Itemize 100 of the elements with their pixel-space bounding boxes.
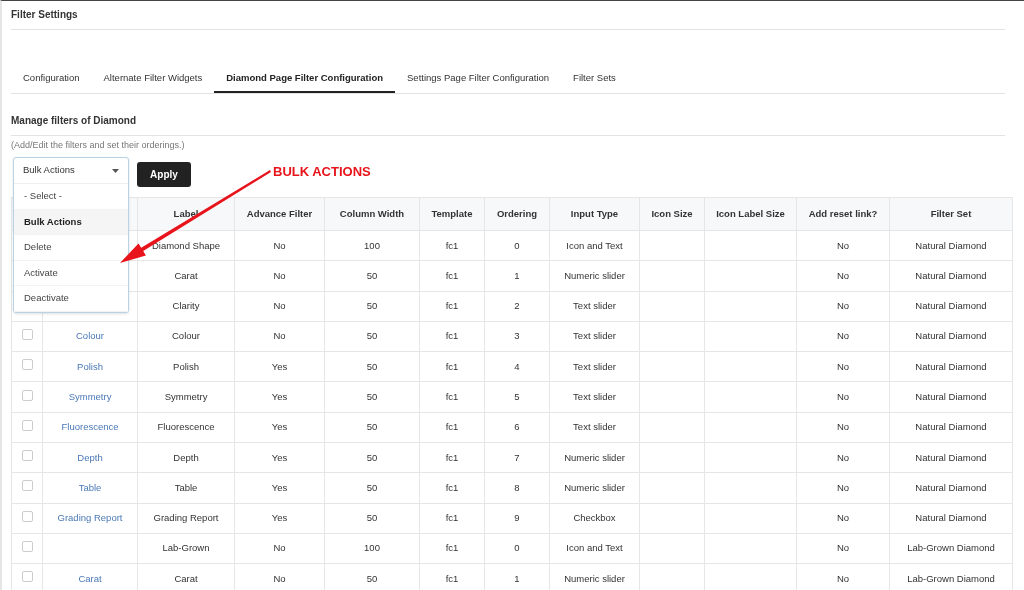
column-header: Filter Set (889, 197, 1013, 231)
table-cell: Yes (234, 382, 325, 413)
table-cell: Symmetry (137, 382, 235, 413)
column-header: Input Type (549, 197, 640, 231)
tab[interactable]: Alternate Filter Widgets (91, 66, 215, 93)
apply-button[interactable]: Apply (137, 161, 191, 187)
table-cell: Depth (137, 442, 235, 473)
table-cell: No (796, 321, 890, 352)
row-checkbox[interactable] (21, 328, 33, 340)
column-header: Template (419, 197, 485, 231)
table-cell: 50 (324, 321, 420, 352)
table-cell: No (796, 291, 890, 322)
table-cell: fc1 (419, 533, 485, 564)
table-cell: 9 (484, 503, 550, 534)
table-cell: Text slider (549, 291, 640, 322)
filter-link[interactable]: Carat (78, 572, 102, 584)
table-cell: No (234, 230, 325, 261)
dropdown-option[interactable]: Deactivate (14, 286, 128, 312)
table-cell: 7 (484, 442, 550, 473)
row-checkbox[interactable] (21, 480, 33, 492)
table-cell: No (234, 321, 325, 352)
table-cell: 3 (484, 321, 550, 352)
table-cell: Text slider (549, 321, 640, 352)
table-cell: Natural Diamond (889, 442, 1013, 473)
table-cell: No (796, 503, 890, 534)
table-cell: fc1 (419, 412, 485, 443)
filter-link[interactable]: Symmetry (68, 391, 112, 402)
table-cell: fc1 (419, 472, 485, 504)
table-cell: 8 (484, 472, 550, 504)
row-checkbox[interactable] (21, 419, 33, 431)
table-cell: Carat (137, 260, 235, 292)
table-cell: 5 (484, 382, 550, 413)
row-checkbox[interactable] (21, 450, 33, 462)
caret-icon (112, 168, 119, 173)
table-cell: Numeric slider (549, 472, 640, 504)
table-cell: Natural Diamond (889, 503, 1013, 534)
table-cell: Yes (234, 412, 325, 443)
table-cell: 0 (484, 533, 550, 564)
table-cell: Numeric slider (549, 260, 640, 292)
table-cell: Natural Diamond (889, 321, 1013, 352)
table-cell: 50 (324, 472, 420, 504)
tab[interactable]: Settings Page Filter Configuration (395, 66, 562, 93)
table-cell: 50 (324, 442, 420, 473)
row-checkbox[interactable] (21, 541, 33, 552)
dropdown-option[interactable]: - Select - (14, 184, 128, 210)
table-cell: Natural Diamond (889, 291, 1013, 322)
row-checkbox[interactable] (21, 510, 33, 522)
table-cell: Fluorescence (137, 412, 235, 443)
row-checkbox[interactable] (21, 359, 33, 371)
table-cell: 1 (484, 260, 550, 292)
table-cell: Yes (234, 351, 325, 382)
table-cell: 50 (324, 351, 420, 382)
table-cell: Checkbox (549, 503, 640, 534)
table-cell: Yes (234, 472, 325, 504)
table-cell: fc1 (419, 321, 485, 352)
table-cell: No (796, 351, 890, 382)
table-cell: Natural Diamond (889, 382, 1013, 413)
tab[interactable]: Diamond Page Filter Configuration (214, 66, 395, 93)
table-cell: Icon and Text (549, 533, 640, 564)
table-cell: No (796, 472, 890, 504)
dropdown-option[interactable]: Bulk Actions (14, 209, 128, 235)
table-cell: Yes (234, 442, 325, 473)
table-cell: fc1 (419, 382, 485, 413)
table-cell: 2 (484, 291, 550, 322)
filter-link[interactable]: Table (78, 481, 102, 493)
column-header: Column Width (324, 197, 420, 231)
table-cell: 50 (324, 503, 420, 534)
column-header: Add reset link? (796, 197, 890, 231)
filter-link[interactable]: Depth (77, 451, 103, 463)
table-cell: 100 (324, 533, 420, 564)
row-checkbox[interactable] (21, 389, 33, 401)
table-cell: Natural Diamond (889, 230, 1013, 261)
table-cell: 4 (484, 351, 550, 382)
table-cell: No (796, 533, 890, 564)
table-cell: 0 (484, 230, 550, 261)
table-cell: 50 (324, 382, 420, 413)
table-cell: 50 (324, 412, 420, 443)
table-cell: Grading Report (137, 503, 235, 534)
table-cell: Natural Diamond (889, 412, 1013, 443)
table-cell: fc1 (419, 503, 485, 534)
bulk-actions-select[interactable]: Bulk Actions (14, 158, 128, 184)
table-cell: Numeric slider (549, 442, 640, 473)
table-cell: Yes (234, 503, 325, 534)
table-cell: 50 (324, 291, 420, 322)
table-cell: Natural Diamond (889, 472, 1013, 504)
table-cell: 100 (324, 230, 420, 261)
table-cell: fc1 (419, 260, 485, 292)
column-header: Icon Size (639, 197, 705, 231)
table-cell: Lab-Grown (137, 533, 235, 564)
filter-link[interactable]: Polish (77, 360, 103, 372)
tab[interactable]: Configuration (11, 66, 92, 93)
filter-link[interactable]: Colour (76, 330, 104, 342)
table-cell: fc1 (419, 230, 485, 261)
row-checkbox[interactable] (21, 571, 33, 583)
column-header: Ordering (484, 197, 550, 231)
table-cell: No (796, 412, 890, 443)
tab[interactable]: Filter Sets (561, 66, 628, 93)
table-cell: 6 (484, 412, 550, 443)
table-cell: Polish (137, 351, 235, 382)
table-cell: Text slider (549, 351, 640, 382)
